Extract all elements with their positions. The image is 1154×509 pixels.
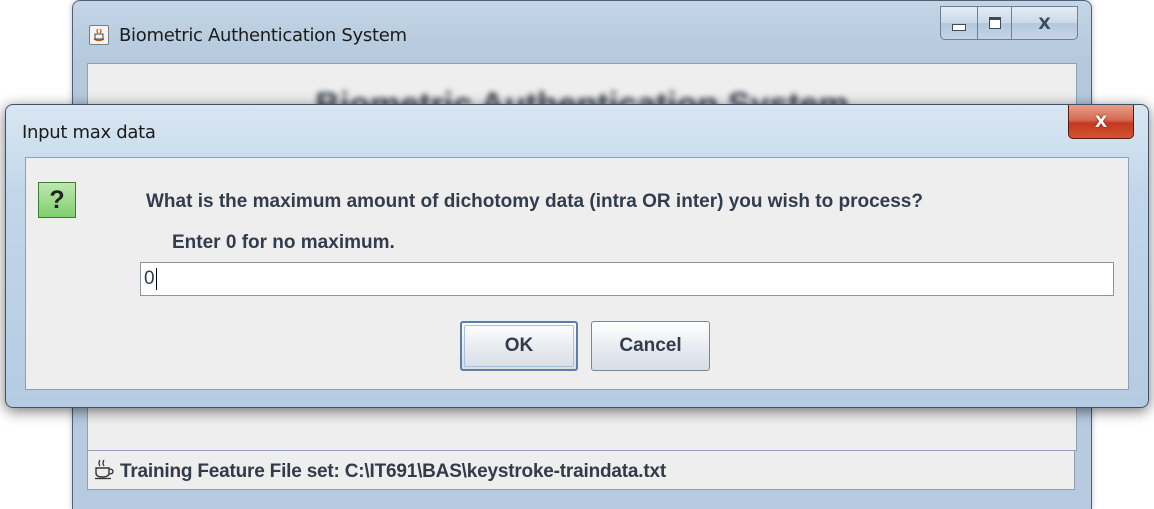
coffee-cup-icon (93, 458, 115, 480)
minimize-button[interactable] (940, 6, 978, 40)
dialog-message-line2: Enter 0 for no maximum. (172, 232, 395, 253)
ok-button[interactable]: OK (460, 321, 578, 371)
close-icon: X (1094, 112, 1108, 131)
java-app-icon[interactable] (89, 25, 109, 45)
question-icon: ? (38, 182, 76, 218)
cancel-button[interactable]: Cancel (591, 321, 710, 371)
main-titlebar[interactable]: Biometric Authentication System X (73, 1, 1091, 61)
minimize-icon (952, 23, 966, 31)
status-text: Training Feature File set: C:\IT691\BAS\… (120, 461, 666, 482)
input-dialog: Input max data X ? What is the maximum a… (5, 104, 1149, 408)
text-caret (155, 267, 157, 290)
max-data-input[interactable]: 0 (140, 262, 1114, 296)
question-mark-glyph: ? (49, 185, 65, 214)
maximize-button[interactable] (978, 6, 1012, 40)
close-icon: X (1038, 13, 1051, 33)
ok-button-label: OK (504, 335, 534, 356)
dialog-message-line1: What is the maximum amount of dichotomy … (146, 191, 923, 212)
dialog-title: Input max data (22, 122, 156, 143)
cancel-button-label: Cancel (619, 335, 682, 356)
maximize-icon (988, 17, 1001, 29)
input-value: 0 (144, 268, 155, 289)
main-close-button[interactable]: X (1012, 6, 1078, 40)
dialog-content: ? What is the maximum amount of dichotom… (25, 157, 1129, 390)
dialog-close-button[interactable]: X (1068, 105, 1134, 139)
status-bar: Training Feature File set: C:\IT691\BAS\… (87, 450, 1075, 490)
main-window-title: Biometric Authentication System (119, 25, 407, 46)
window-controls: X (940, 6, 1078, 42)
